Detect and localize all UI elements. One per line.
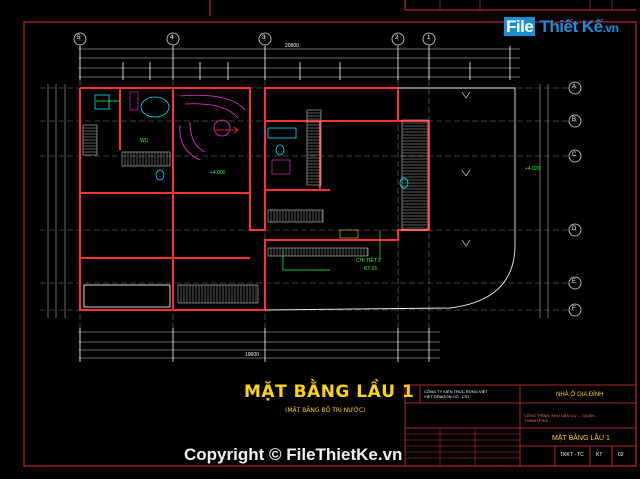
grid-label-row-d: D [572, 226, 577, 232]
title-block-project: NHÀ Ở GIA ĐÌNH [556, 392, 604, 398]
grid-label-row-c: C [572, 152, 577, 158]
company-name-en: VIET DRAGON CO., LTD [424, 394, 470, 399]
detail-label: CHI TIẾT 2 [356, 258, 381, 264]
grid-label-col-3: 3 [262, 35, 266, 41]
brand-file: File [504, 17, 536, 36]
copyright-watermark: Copyright © FileThietKe.vn [184, 445, 403, 464]
title-block-code: TKKT - TC [560, 452, 584, 458]
brand-logo: File Thiết Kế.vn [504, 17, 619, 37]
dimension-lines [47, 48, 549, 359]
brand-suffix: .vn [602, 21, 619, 35]
title-block-address: CÔNG TRÌNH: KHU DÂN CƯ ... QUẬN ... THÀN… [524, 413, 599, 423]
grid-label-col-4: 4 [170, 35, 174, 41]
grid-label-row-e: E [572, 279, 577, 285]
grid-label-col-2: 2 [395, 35, 399, 41]
elevation-label-b: +4.020 [525, 166, 541, 172]
railing-hatch [82, 109, 429, 304]
brand-name: Thiết Kế [539, 17, 604, 36]
drawing-title: MẶT BẰNG LẦU 1 [244, 382, 415, 402]
building-walls [79, 87, 430, 311]
grid-label-row-b: B [572, 117, 577, 123]
title-block-company: CÔNG TY KIẾN TRÚC RỒNG VIỆT VIET DRAGON … [424, 389, 488, 399]
grid-bubbles-top [73, 32, 436, 46]
grid-label-col-1: 1 [427, 35, 431, 41]
grid-label-row-a: A [572, 84, 577, 90]
title-block-sheet: KT [596, 452, 603, 458]
grid-label-row-f: F [572, 306, 576, 312]
detail-ref: KT 21 [364, 266, 378, 272]
dimension-total-bottom: 19600 [245, 352, 259, 358]
title-block-sheet-no: 02 [618, 452, 624, 458]
elevation-label-a: +4.000 [210, 170, 226, 176]
grid-label-col-5: 5 [77, 35, 81, 41]
drawing-subtitle: (MẶT BẰNG BỐ TRÍ NƯỚC) [285, 407, 366, 414]
room-label-wc: WC [140, 138, 149, 144]
dimension-total-top: 20800 [285, 43, 299, 49]
title-block-drawing-name: MẶT BẰNG LẦU 1 [552, 435, 610, 442]
